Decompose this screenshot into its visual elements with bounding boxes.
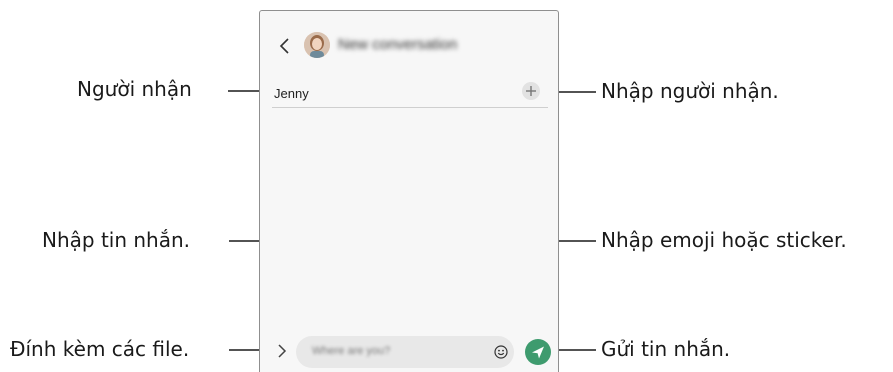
paper-plane-icon bbox=[532, 346, 544, 359]
message-placeholder: Where are you? bbox=[312, 345, 391, 357]
send-button[interactable] bbox=[525, 339, 551, 365]
callout-emoji-sticker: Nhập emoji hoặc sticker. bbox=[601, 228, 847, 252]
callout-message-input: Nhập tin nhắn. bbox=[42, 228, 191, 252]
recipient-divider bbox=[272, 107, 548, 108]
phone-screen: New conversation Jenny Where are you? bbox=[259, 10, 559, 372]
avatar-image bbox=[304, 32, 330, 58]
chevron-left-icon[interactable] bbox=[276, 37, 294, 55]
plus-icon bbox=[526, 86, 536, 96]
chevron-right-icon[interactable] bbox=[274, 343, 290, 359]
smiley-icon[interactable] bbox=[494, 345, 508, 359]
callout-add-recipient: Nhập người nhận. bbox=[601, 79, 779, 103]
message-input[interactable]: Where are you? bbox=[296, 336, 514, 368]
recipient-field[interactable]: Jenny bbox=[274, 86, 309, 101]
add-recipient-button[interactable] bbox=[522, 82, 540, 100]
avatar[interactable] bbox=[304, 32, 330, 58]
conversation-title: New conversation bbox=[338, 36, 458, 53]
callout-recipient: Người nhận bbox=[77, 77, 192, 101]
callout-attach-files: Đính kèm các file. bbox=[10, 337, 190, 361]
callout-send-message: Gửi tin nhắn. bbox=[601, 337, 731, 361]
